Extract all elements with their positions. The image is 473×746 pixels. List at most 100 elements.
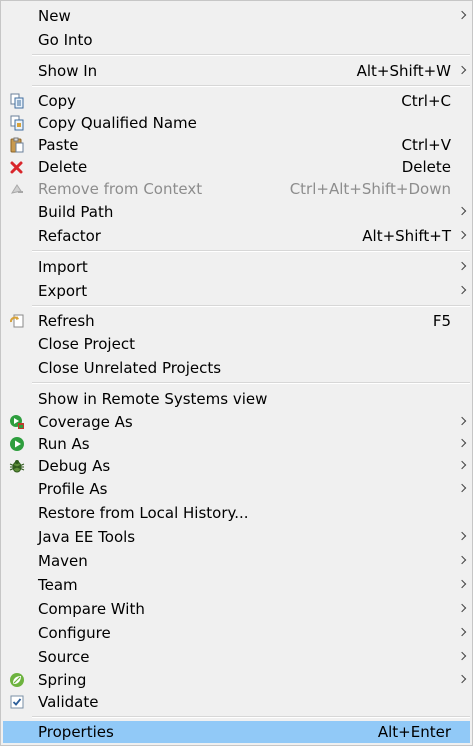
menu-item-show-in-remote-systems[interactable]: Show in Remote Systems view <box>3 388 470 410</box>
menu-item-compare-with-label: Compare With <box>38 600 145 618</box>
menu-item-debug-as[interactable]: Debug As <box>3 455 470 477</box>
menu-item-spring[interactable]: Spring <box>3 669 470 691</box>
menu-item-properties[interactable]: Properties Alt+Enter <box>3 721 470 743</box>
submenu-arrow-icon <box>457 555 467 565</box>
menu-item-remove-from-context-shortcut: Ctrl+Alt+Shift+Down <box>289 180 451 198</box>
context-menu: New Go Into Show In Alt+Shift+W Copy Ctr… <box>0 0 473 746</box>
submenu-arrow-icon <box>457 603 467 613</box>
submenu-arrow-icon <box>457 579 467 589</box>
menu-separator <box>32 85 470 87</box>
coverage-icon <box>10 415 24 429</box>
menu-item-show-in[interactable]: Show In Alt+Shift+W <box>3 60 470 82</box>
menu-item-maven[interactable]: Maven <box>3 550 470 572</box>
menu-item-java-ee-tools-label: Java EE Tools <box>38 528 136 546</box>
menu-item-build-path-label: Build Path <box>38 203 114 221</box>
menu-item-go-into-label: Go Into <box>38 31 93 49</box>
menu-item-refresh-label: Refresh <box>38 312 95 330</box>
paste-icon <box>10 137 24 153</box>
menu-item-paste-label: Paste <box>38 136 79 154</box>
menu-item-close-unrelated-projects[interactable]: Close Unrelated Projects <box>3 357 470 379</box>
submenu-arrow-icon <box>457 10 467 20</box>
menu-item-delete-shortcut: Delete <box>401 158 451 176</box>
menu-item-properties-label: Properties <box>38 723 114 741</box>
menu-item-run-as[interactable]: Run As <box>3 433 470 455</box>
submenu-arrow-icon <box>457 531 467 541</box>
menu-item-maven-label: Maven <box>38 552 88 570</box>
debug-icon <box>9 460 25 473</box>
menu-item-copy-label: Copy <box>38 92 77 110</box>
submenu-arrow-icon <box>457 261 467 271</box>
menu-item-new-label: New <box>38 7 71 25</box>
submenu-arrow-icon <box>457 483 467 493</box>
menu-item-validate-label: Validate <box>38 693 99 711</box>
copy-icon <box>10 93 24 109</box>
menu-item-refactor[interactable]: Refactor Alt+Shift+T <box>3 225 470 247</box>
menu-item-refactor-label: Refactor <box>38 227 101 245</box>
menu-item-close-unrelated-projects-label: Close Unrelated Projects <box>38 359 222 377</box>
refresh-icon <box>10 314 24 328</box>
remove-from-context-icon <box>10 184 23 194</box>
delete-icon <box>10 161 23 174</box>
menu-item-java-ee-tools[interactable]: Java EE Tools <box>3 526 470 548</box>
menu-item-paste-shortcut: Ctrl+V <box>401 136 451 154</box>
menu-item-restore-local-history[interactable]: Restore from Local History... <box>3 502 470 524</box>
menu-item-run-as-label: Run As <box>38 435 90 453</box>
menu-item-close-project[interactable]: Close Project <box>3 333 470 355</box>
menu-item-go-into[interactable]: Go Into <box>3 29 470 51</box>
menu-separator <box>32 716 470 718</box>
run-icon <box>10 437 24 451</box>
menu-item-delete-label: Delete <box>38 158 88 176</box>
spring-icon <box>10 673 24 687</box>
menu-separator <box>32 250 470 252</box>
menu-item-coverage-as[interactable]: Coverage As <box>3 411 470 433</box>
menu-item-remove-from-context-label: Remove from Context <box>38 180 203 198</box>
menu-item-refresh[interactable]: Refresh F5 <box>3 310 470 332</box>
submenu-arrow-icon <box>457 230 467 240</box>
menu-item-compare-with[interactable]: Compare With <box>3 598 470 620</box>
menu-item-show-in-shortcut: Alt+Shift+W <box>356 62 451 80</box>
menu-item-copy-shortcut: Ctrl+C <box>401 92 451 110</box>
menu-item-validate[interactable]: Validate <box>3 691 470 713</box>
menu-item-copy-qualified-name[interactable]: Copy Qualified Name <box>3 112 470 134</box>
menu-separator <box>32 382 470 384</box>
menu-item-properties-shortcut: Alt+Enter <box>377 723 451 741</box>
menu-item-source-label: Source <box>38 648 90 666</box>
submenu-arrow-icon <box>457 674 467 684</box>
menu-item-refresh-shortcut: F5 <box>432 312 451 330</box>
menu-item-new[interactable]: New <box>3 5 470 27</box>
menu-item-profile-as-label: Profile As <box>38 480 108 498</box>
submenu-arrow-icon <box>457 206 467 216</box>
menu-item-team[interactable]: Team <box>3 574 470 596</box>
menu-item-team-label: Team <box>38 576 78 594</box>
checkbox-checked-icon <box>10 695 24 709</box>
menu-separator <box>32 54 470 56</box>
menu-item-debug-as-label: Debug As <box>38 457 111 475</box>
menu-item-import[interactable]: Import <box>3 256 470 278</box>
submenu-arrow-icon <box>457 651 467 661</box>
menu-item-show-in-label: Show In <box>38 62 98 80</box>
menu-item-configure[interactable]: Configure <box>3 622 470 644</box>
menu-item-paste[interactable]: Paste Ctrl+V <box>3 134 470 156</box>
menu-item-source[interactable]: Source <box>3 646 470 668</box>
menu-item-coverage-as-label: Coverage As <box>38 413 133 431</box>
copy-qualified-name-icon <box>10 115 24 131</box>
menu-item-delete[interactable]: Delete Delete <box>3 156 470 178</box>
menu-item-import-label: Import <box>38 258 88 276</box>
submenu-arrow-icon <box>457 460 467 470</box>
submenu-arrow-icon <box>457 416 467 426</box>
menu-separator <box>32 305 470 307</box>
submenu-arrow-icon <box>457 65 467 75</box>
menu-item-show-in-remote-systems-label: Show in Remote Systems view <box>38 390 268 408</box>
menu-item-configure-label: Configure <box>38 624 111 642</box>
menu-item-export-label: Export <box>38 282 88 300</box>
menu-item-copy[interactable]: Copy Ctrl+C <box>3 90 470 112</box>
menu-item-export[interactable]: Export <box>3 280 470 302</box>
menu-item-spring-label: Spring <box>38 671 87 689</box>
menu-item-close-project-label: Close Project <box>38 335 135 353</box>
submenu-arrow-icon <box>457 627 467 637</box>
menu-item-refactor-shortcut: Alt+Shift+T <box>362 227 451 245</box>
menu-item-copy-qualified-name-label: Copy Qualified Name <box>38 114 197 132</box>
menu-item-profile-as[interactable]: Profile As <box>3 478 470 500</box>
submenu-arrow-icon <box>457 438 467 448</box>
menu-item-build-path[interactable]: Build Path <box>3 201 470 223</box>
